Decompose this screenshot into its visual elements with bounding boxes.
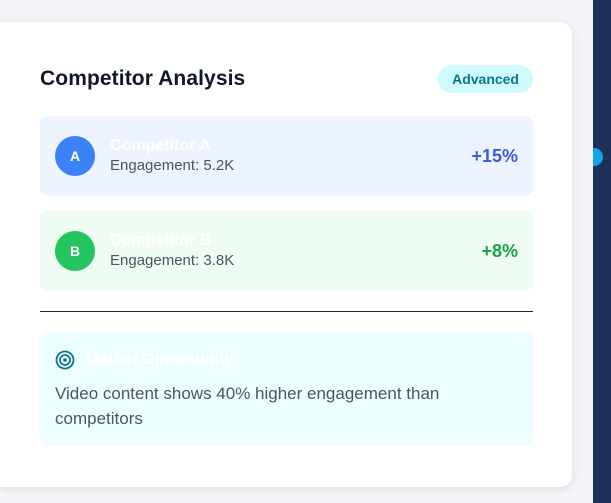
competitor-analysis-card: Competitor Analysis Advanced A Competito… [0,22,572,487]
competitor-a-avatar: A [55,136,95,176]
advanced-badge: Advanced [438,65,533,93]
competitor-row-a[interactable]: A Competitor A Engagement: 5.2K +15% [40,116,533,196]
competitor-a-engagement: Engagement: 5.2K [110,157,235,174]
competitor-a-change: +15% [471,145,518,166]
market-opportunity-text: Video content shows 40% higher engagemen… [55,384,440,428]
competitor-a-name: Competitor A [110,137,211,154]
market-opportunity-panel: Market Opportunity Video content shows 4… [40,332,533,446]
market-opportunity-title: Market Opportunity [86,351,234,368]
competitor-a-info: Competitor A Engagement: 5.2K [110,136,471,176]
competitor-b-name: Competitor B [110,232,212,249]
competitor-row-b[interactable]: B Competitor B Engagement: 3.8K +8% [40,211,533,291]
section-divider [40,311,533,312]
competitor-b-engagement: Engagement: 3.8K [110,252,235,269]
side-panel-edge [593,0,611,503]
competitor-b-change: +8% [481,240,518,261]
card-header: Competitor Analysis Advanced [40,65,533,93]
card-title: Competitor Analysis [40,67,246,90]
competitor-b-avatar: B [55,231,95,271]
target-icon [55,350,75,370]
market-opportunity-header: Market Opportunity [55,348,518,372]
competitor-b-info: Competitor B Engagement: 3.8K [110,231,481,271]
